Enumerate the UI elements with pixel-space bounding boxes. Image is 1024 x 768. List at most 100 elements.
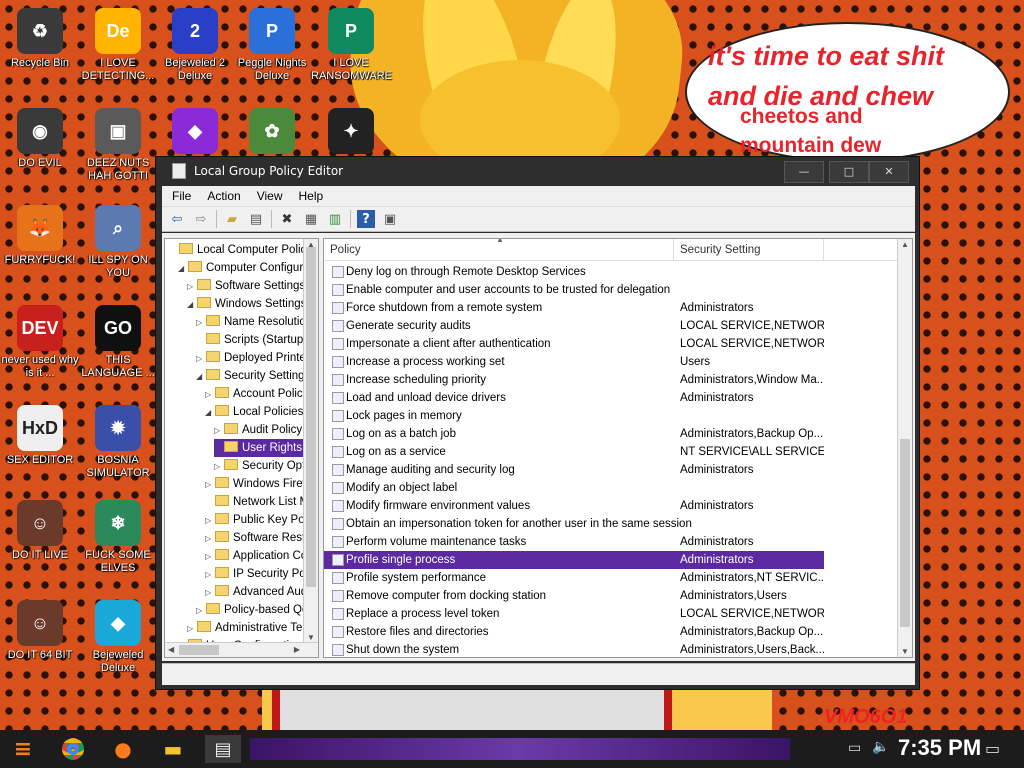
policy-row[interactable]: Manage auditing and security log Administ… xyxy=(324,461,824,479)
tree-item[interactable]: ◢ Local Policies xyxy=(205,403,303,421)
scrollbar-thumb[interactable] xyxy=(900,439,910,627)
scrollbar-thumb[interactable] xyxy=(179,645,219,655)
tree-item[interactable]: ◢ Security Settings xyxy=(196,367,310,385)
desktop-icon[interactable]: ◆ Bejeweled Deluxe xyxy=(78,600,158,675)
volume-icon[interactable]: 🔈 xyxy=(872,739,889,755)
policy-row[interactable]: Perform volume maintenance tasks Administ… xyxy=(324,533,824,551)
tree-item[interactable]: ▷ Policy-based QoS xyxy=(196,601,316,619)
notifications-icon[interactable]: ▭ xyxy=(985,739,1000,758)
policy-row[interactable]: Replace a process level token LOCAL SERVI… xyxy=(324,605,824,623)
scroll-down-icon[interactable]: ▼ xyxy=(901,647,909,656)
policy-row[interactable]: Impersonate a client after authenticatio… xyxy=(324,335,824,353)
scrollbar-thumb[interactable] xyxy=(306,247,316,587)
close-button[interactable]: ✕ xyxy=(869,161,909,183)
policy-row[interactable]: Shut down the system Administrators,Users… xyxy=(324,641,824,657)
desktop-icon[interactable]: ☺ DO IT LIVE xyxy=(0,500,80,562)
desktop-icon[interactable]: ◆ xyxy=(155,108,235,157)
policy-row[interactable]: Deny log on through Remote Desktop Servi… xyxy=(324,263,824,281)
policy-row[interactable]: Obtain an impersonation token for anothe… xyxy=(324,515,824,533)
show-hide-tree-icon[interactable]: ▤ xyxy=(247,210,265,228)
back-arrow-icon[interactable]: ⇦ xyxy=(168,210,186,228)
scroll-right-icon[interactable]: ▶ xyxy=(294,645,300,654)
tree-item[interactable]: ◢ Windows Settings xyxy=(187,295,306,313)
tree-item[interactable]: ◢ Computer Configuration xyxy=(178,259,318,277)
policy-row[interactable]: Profile system performance Administrators… xyxy=(324,569,824,587)
tree-item[interactable]: ▷ Account Policies xyxy=(205,385,317,403)
policy-row[interactable]: Load and unload device drivers Administra… xyxy=(324,389,824,407)
desktop-icon[interactable]: P Peggle Nights Deluxe xyxy=(232,8,312,83)
policy-row[interactable]: Lock pages in memory xyxy=(324,407,824,425)
tree-item[interactable]: ▷Software Restriction xyxy=(205,529,318,548)
scroll-left-icon[interactable]: ◀ xyxy=(168,645,174,654)
desktop-icon[interactable]: P I LOVE RANSOMWARE xyxy=(311,8,392,83)
policy-row[interactable]: Increase scheduling priority Administrato… xyxy=(324,371,824,389)
tree-expander-icon[interactable]: ▷ xyxy=(214,440,224,458)
policy-row[interactable]: Enable computer and user accounts to be … xyxy=(324,281,824,299)
tree-expander-icon[interactable]: ▷ xyxy=(196,602,206,620)
tree-expander-icon[interactable]: ▷ xyxy=(205,386,215,404)
desktop-icon[interactable]: ❄ FUCK SOME ELVES xyxy=(78,500,158,575)
menu-file[interactable]: File xyxy=(172,189,191,203)
tree-item[interactable]: ▷IP Security Policies xyxy=(205,565,318,583)
maximize-button[interactable]: □ xyxy=(829,161,869,183)
tree-item[interactable]: ▷ Advanced Audit xyxy=(205,583,313,601)
tree-item[interactable]: Local Computer Policy xyxy=(169,241,312,259)
tree-expander-icon[interactable]: ▷ xyxy=(205,584,215,602)
scroll-up-icon[interactable]: ▲ xyxy=(901,240,909,249)
tree-expander-icon[interactable]: ▷ xyxy=(187,620,197,638)
desktop-icon[interactable]: DEV never used why is it ... xyxy=(0,305,80,380)
properties-icon[interactable]: ▦ xyxy=(302,210,320,228)
tree-item[interactable]: ▷Public Key Policies xyxy=(205,511,318,529)
tree-expander-icon[interactable]: ▷ xyxy=(205,530,215,548)
menu-view[interactable]: View xyxy=(257,189,283,203)
scroll-down-icon[interactable]: ▼ xyxy=(307,633,315,642)
forward-arrow-icon[interactable]: ⇨ xyxy=(192,210,210,228)
filter-icon[interactable]: ▣ xyxy=(381,210,399,228)
tree-expander-icon[interactable]: ◢ xyxy=(196,368,206,386)
tree-item[interactable]: ▷Application Control xyxy=(205,547,318,566)
desktop-icon[interactable]: ✿ xyxy=(232,108,312,157)
policy-row[interactable]: Log on as a service NT SERVICE\ALL SERVIC… xyxy=(324,443,824,461)
file-explorer-taskbar-icon[interactable]: ▬ xyxy=(158,735,188,763)
delete-icon[interactable]: ✖ xyxy=(278,210,296,228)
tree-expander-icon[interactable]: ▷ xyxy=(214,458,224,476)
desktop-icon[interactable]: GO THIS LANGUAGE ... xyxy=(78,305,158,380)
tree-horizontal-scrollbar[interactable]: ◀ ▶ xyxy=(165,642,318,657)
desktop-icon[interactable]: ✹ BOSNIA SIMULATOR xyxy=(78,405,158,480)
tree-expander-icon[interactable]: ▷ xyxy=(214,422,224,440)
policy-row[interactable]: Log on as a batch job Administrators,Back… xyxy=(324,425,824,443)
tree-item[interactable]: ▷ Deployed Printers xyxy=(196,349,315,367)
list-vertical-scrollbar[interactable]: ▲ ▼ xyxy=(897,239,912,657)
export-list-icon[interactable]: ▥ xyxy=(326,210,344,228)
tree-expander-icon[interactable]: ◢ xyxy=(205,404,215,422)
policy-row[interactable]: Generate security audits LOCAL SERVICE,NE… xyxy=(324,317,824,335)
tree-item[interactable]: ▷Name Resolution Policy xyxy=(196,313,318,332)
policy-row[interactable]: Remove computer from docking station Admi… xyxy=(324,587,824,605)
desktop-icon[interactable]: ◉ DO EVIL xyxy=(0,108,80,170)
group-policy-editor-taskbar-icon[interactable]: ▤ xyxy=(205,735,241,763)
desktop-icon[interactable]: ▣ DEEZ NUTS HAH GOTTI xyxy=(78,108,158,183)
policy-row[interactable]: Modify firmware environment values Admini… xyxy=(324,497,824,515)
tree-item[interactable]: Network List Manager xyxy=(205,493,318,511)
tree-item[interactable]: ▷ Software Settings xyxy=(187,277,305,295)
tree-expander-icon[interactable]: ▷ xyxy=(196,314,206,332)
desktop-icon[interactable]: HxD SEX EDITOR xyxy=(0,405,80,467)
policy-row[interactable]: Modify an object label xyxy=(324,479,824,497)
tree-item[interactable]: ▷ Audit Policy xyxy=(214,421,302,439)
policy-row[interactable]: Profile single process Administrators xyxy=(324,551,824,569)
tree-expander-icon[interactable]: ▷ xyxy=(205,548,215,566)
tree-expander-icon[interactable]: ▷ xyxy=(187,278,197,296)
policy-row[interactable]: Restore files and directories Administrat… xyxy=(324,623,824,641)
desktop-icon[interactable]: ✦ xyxy=(311,108,391,157)
firefox-taskbar-icon[interactable]: ● xyxy=(108,735,138,763)
taskbar-clock[interactable]: 7:35 PM xyxy=(898,735,981,761)
desktop-icon[interactable]: 🦊 FURRYFUCK! xyxy=(0,205,80,267)
menu-action[interactable]: Action xyxy=(207,189,240,203)
policy-row[interactable]: Force shutdown from a remote system Admin… xyxy=(324,299,824,317)
network-icon[interactable]: ▭ xyxy=(848,740,861,756)
tree-item[interactable]: Scripts (Startup/Shutdown) xyxy=(196,331,318,349)
policy-row[interactable]: Increase a process working set Users xyxy=(324,353,824,371)
up-folder-icon[interactable]: ▰ xyxy=(223,210,241,228)
chrome-taskbar-icon[interactable] xyxy=(58,735,88,763)
tree-vertical-scrollbar[interactable]: ▲ ▼ xyxy=(303,239,318,643)
